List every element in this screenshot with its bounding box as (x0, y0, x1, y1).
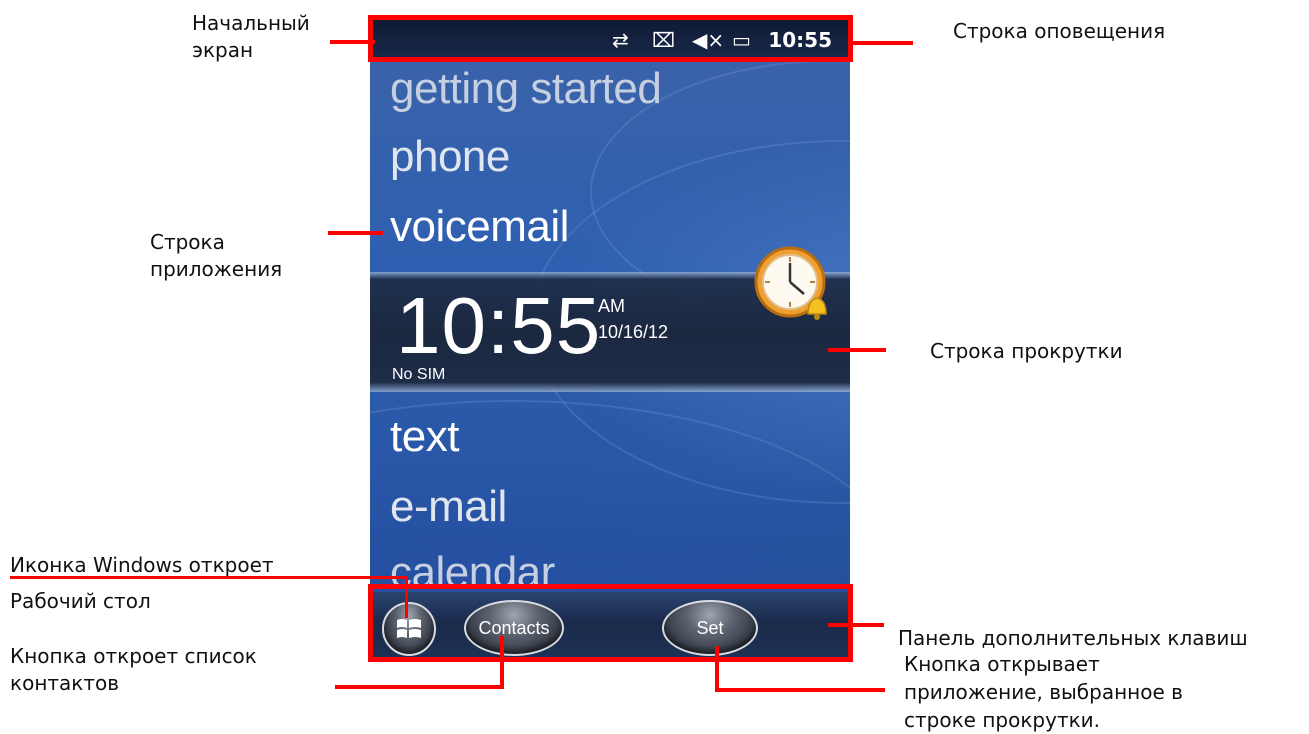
windows-logo-icon (397, 619, 421, 638)
leader-contacts-h (335, 685, 504, 689)
leader-contacts-v (500, 636, 504, 688)
annotation-app-line: Строка приложения (150, 230, 283, 281)
softkey-bar: Contacts Set (370, 592, 850, 660)
status-bar[interactable]: ⇄ ⌧ ◀× ▭ 10:55 (370, 20, 850, 62)
annotation-windows-icon: Иконка Windows откроет Рабочий стол (10, 553, 274, 613)
annotation-notification-bar: Строка оповещения (953, 19, 1166, 43)
leader-app-line (328, 231, 383, 235)
clock-time: 10:55 (396, 281, 602, 370)
leader-set-v (715, 646, 719, 690)
annotation-contacts-button: Кнопка откроет список контактов (10, 644, 257, 695)
leader-notification-bar (848, 41, 913, 45)
contacts-softkey-button[interactable]: Contacts (464, 600, 564, 656)
no-sim-icon: ⌧ (652, 28, 676, 52)
clock-date: 10/16/12 (598, 322, 669, 342)
leader-start-screen (330, 40, 375, 44)
clock-ampm: AM (598, 296, 625, 316)
phone-home-screen: ⇄ ⌧ ◀× ▭ 10:55 getting started phone voi… (370, 20, 850, 660)
sim-status: No SIM (392, 366, 446, 383)
status-time: 10:55 (768, 28, 832, 52)
app-item-e-mail[interactable]: e-mail (390, 482, 507, 532)
windows-start-button[interactable] (382, 602, 436, 656)
app-item-calendar[interactable]: calendar (390, 548, 555, 598)
annotation-softkey-panel: Панель дополнительных клавиш (898, 626, 1248, 650)
alarm-clock-icon (754, 246, 827, 320)
leader-set-h (715, 688, 885, 692)
annotation-set-button: Кнопка открывает приложение, выбранное в… (904, 652, 1183, 732)
app-item-phone[interactable]: phone (390, 132, 510, 182)
set-softkey-button[interactable]: Set (662, 600, 758, 656)
leader-softkey-panel (828, 623, 884, 627)
annotation-scroll-line: Строка прокрутки (930, 339, 1123, 363)
annotation-start-screen: Начальный экран (192, 11, 310, 62)
leader-scroll-line (828, 348, 886, 352)
app-item-getting-started[interactable]: getting started (390, 64, 662, 114)
leader-windows-icon-h (10, 576, 408, 579)
speaker-muted-icon: ◀× (692, 28, 725, 52)
app-item-text[interactable]: text (390, 412, 459, 462)
app-item-voicemail[interactable]: voicemail (390, 202, 569, 252)
sync-icon: ⇄ (612, 28, 629, 52)
leader-windows-icon-v (405, 576, 408, 618)
battery-charging-icon: ▭ (732, 28, 751, 52)
